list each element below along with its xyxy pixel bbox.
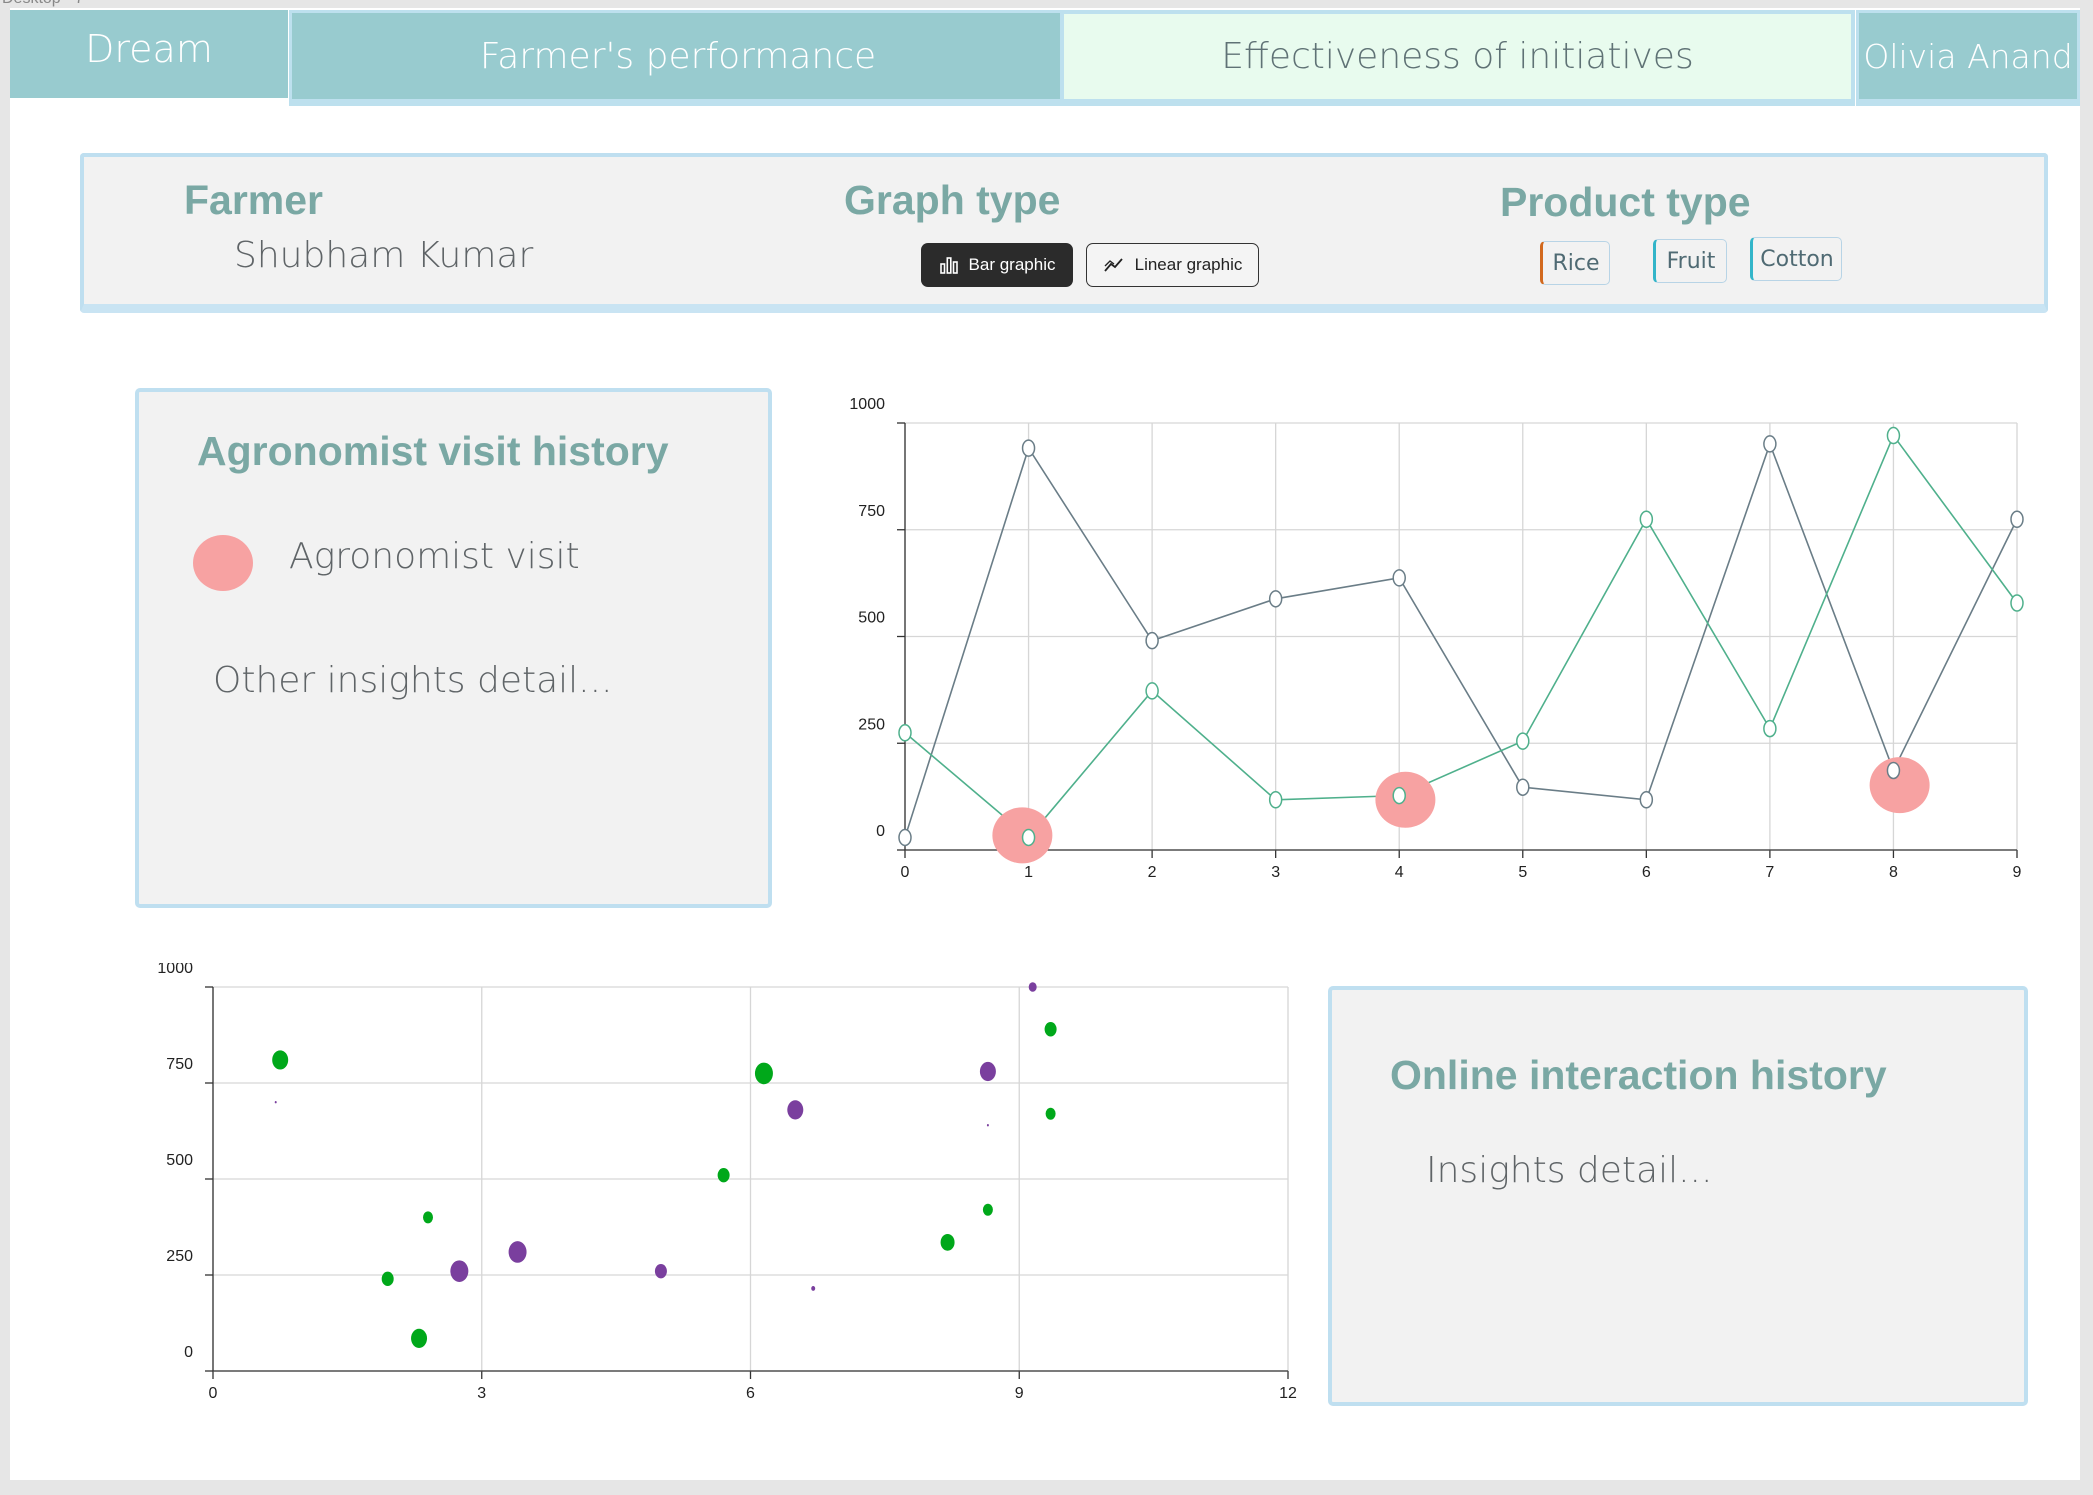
graph-type-label: Graph type <box>844 177 1061 223</box>
x-tick-label: 0 <box>209 1385 218 1402</box>
farmer-label: Farmer <box>184 177 324 223</box>
series-point <box>2010 594 2024 612</box>
scatter-point-green <box>381 1271 394 1287</box>
series-point <box>1268 590 1283 608</box>
series-point <box>1763 719 1777 738</box>
dashboard-page: Dream Farmer's performance Effectiveness… <box>10 8 2080 1480</box>
scatter-point-purple <box>787 1100 804 1120</box>
y-tick-label: 750 <box>858 503 885 520</box>
scatter-point-purple <box>1028 982 1037 992</box>
initiatives-line-chart: 0 1 2 3 4 5 6 7 8 9 0 250 500 750 1000 <box>849 396 2024 881</box>
series-point <box>1886 761 1901 780</box>
y-tick-label: 500 <box>166 1152 193 1169</box>
series-point <box>1021 439 1036 457</box>
scatter-point-purple <box>986 1124 989 1127</box>
scatter-point-green <box>1045 1107 1056 1120</box>
series-point <box>1145 631 1159 650</box>
farmer-value[interactable]: Shubham Kumar <box>234 235 533 276</box>
frame-label: Desktop - 7 <box>2 0 84 8</box>
scatter-point-purple <box>811 1286 816 1291</box>
x-tick-label: 0 <box>901 864 910 881</box>
y-tick-label: 1000 <box>849 396 885 413</box>
x-tick-label: 3 <box>477 1385 486 1402</box>
scatter-point-purple <box>979 1061 996 1082</box>
series-point <box>1763 435 1777 453</box>
x-tick-label: 9 <box>2013 864 2022 881</box>
linear-graphic-label: Linear graphic <box>1134 255 1243 274</box>
scatter-point-purple <box>274 1101 277 1104</box>
y-tick-label: 250 <box>166 1248 193 1265</box>
series-point <box>1021 828 1036 847</box>
x-tick-label: 3 <box>1271 864 1280 881</box>
agronomist-legend-label: Agronomist visit <box>289 536 580 577</box>
y-tick-label: 500 <box>858 610 885 627</box>
series-point <box>1886 426 1901 445</box>
series-point <box>1639 510 1654 529</box>
x-tick-label: 12 <box>1279 1385 1297 1402</box>
series-point <box>1392 569 1406 587</box>
x-tick-label: 1 <box>1024 864 1033 881</box>
scatter-point-green <box>411 1328 428 1348</box>
scatter-point-green <box>272 1050 289 1070</box>
y-tick-label: 0 <box>876 823 885 840</box>
bar-chart-icon <box>939 257 958 274</box>
online-insights-text: Insights detail... <box>1426 1150 1713 1191</box>
scatter-point-green <box>940 1233 955 1251</box>
scatter-point-green <box>423 1211 433 1224</box>
brand-logo[interactable]: Dream <box>10 10 288 98</box>
online-card-title: Online interaction history <box>1390 1052 1887 1098</box>
scatter-point-green <box>982 1203 993 1216</box>
online-interaction-card: Online interaction history Insights deta… <box>1328 986 2028 1406</box>
bar-graphic-button[interactable]: Bar graphic <box>921 243 1073 287</box>
series-point <box>1516 778 1530 796</box>
y-tick-label: 750 <box>166 1056 193 1073</box>
product-cotton-chip[interactable]: Cotton <box>1750 237 1842 281</box>
y-tick-label: 0 <box>184 1344 193 1361</box>
product-fruit-chip[interactable]: Fruit <box>1653 239 1727 283</box>
scatter-point-purple <box>654 1263 667 1279</box>
line-chart-icon <box>1103 258 1123 272</box>
top-nav: Dream Farmer's performance Effectiveness… <box>10 8 2080 108</box>
series-point <box>2010 510 2024 529</box>
filter-panel: Farmer Shubham Kumar Graph type Bar grap… <box>80 153 2048 313</box>
scatter-point-green <box>754 1062 773 1085</box>
product-type-label: Product type <box>1500 179 1751 225</box>
series-point <box>1268 791 1283 809</box>
scatter-point-purple <box>508 1241 527 1263</box>
series-point <box>1516 732 1530 750</box>
y-tick-label: 1000 <box>157 963 193 977</box>
linear-graphic-button[interactable]: Linear graphic <box>1086 243 1259 287</box>
series-point <box>1392 786 1406 805</box>
x-tick-label: 8 <box>1889 864 1898 881</box>
x-tick-label: 7 <box>1765 864 1774 881</box>
x-tick-label: 9 <box>1015 1385 1024 1402</box>
x-tick-label: 6 <box>746 1385 755 1402</box>
scatter-point-green <box>1044 1022 1057 1037</box>
user-name[interactable]: Olivia Anand <box>1856 10 2080 106</box>
scatter-point-green <box>717 1167 730 1183</box>
agronomist-insights-text: Other insights detail... <box>213 660 613 701</box>
tab-effectiveness-of-initiatives[interactable]: Effectiveness of initiatives <box>1060 10 1855 106</box>
series-point <box>1639 791 1654 809</box>
agronomist-card-title: Agronomist visit history <box>197 428 669 474</box>
y-tick-label: 250 <box>858 716 885 733</box>
tab-farmers-performance[interactable]: Farmer's performance <box>289 10 1067 106</box>
x-tick-label: 4 <box>1395 864 1404 881</box>
series-point <box>1145 682 1159 700</box>
x-tick-label: 6 <box>1642 864 1651 881</box>
agronomist-visit-legend-marker <box>193 535 253 591</box>
bar-graphic-label: Bar graphic <box>968 255 1056 274</box>
x-tick-label: 2 <box>1148 864 1157 881</box>
series-point <box>898 724 912 742</box>
product-rice-chip[interactable]: Rice <box>1540 241 1610 285</box>
scatter-point-purple <box>450 1260 469 1282</box>
interactions-scatter-chart: 0 3 6 9 12 0 250 500 750 1000 <box>157 963 1297 1402</box>
x-tick-label: 5 <box>1518 864 1527 881</box>
agronomist-visit-marker <box>1869 757 1930 814</box>
series-line-dark <box>904 441 2018 838</box>
agronomist-visit-marker <box>1375 771 1436 828</box>
agronomist-visit-card: Agronomist visit history Agronomist visi… <box>135 388 772 908</box>
series-point <box>898 828 912 847</box>
